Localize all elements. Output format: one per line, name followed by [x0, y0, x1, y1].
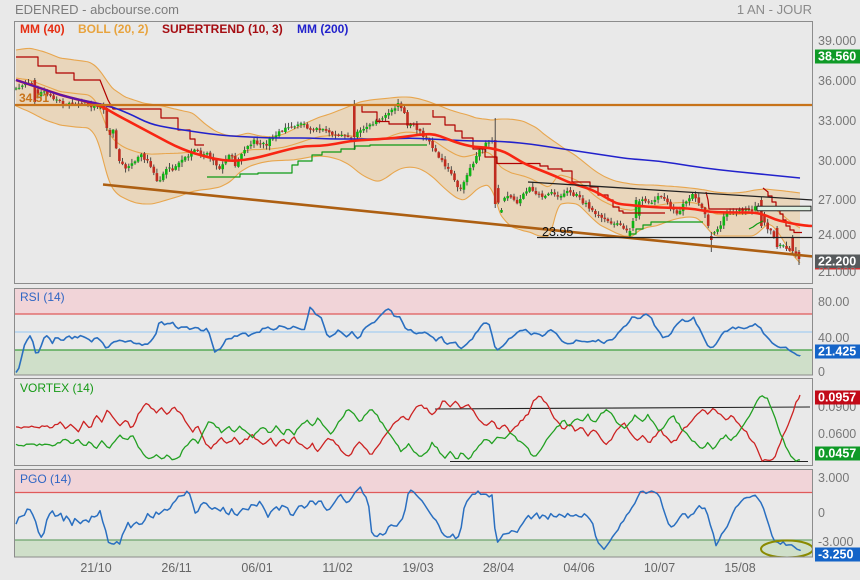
svg-text:0.0457: 0.0457: [818, 447, 856, 461]
svg-text:EDENRED - abcbourse.com: EDENRED - abcbourse.com: [15, 2, 179, 17]
svg-text:21/10: 21/10: [80, 561, 111, 575]
svg-text:1 AN - JOUR: 1 AN - JOUR: [737, 2, 812, 17]
svg-text:33.000: 33.000: [818, 114, 856, 128]
svg-text:10/07: 10/07: [644, 561, 675, 575]
svg-text:24.000: 24.000: [818, 228, 856, 242]
svg-text:40.00: 40.00: [818, 331, 849, 345]
svg-text:15/08: 15/08: [724, 561, 755, 575]
svg-text:3.000: 3.000: [818, 471, 849, 485]
svg-text:23.95: 23.95: [542, 225, 573, 239]
svg-text:04/06: 04/06: [563, 561, 594, 575]
svg-text:28/04: 28/04: [483, 561, 514, 575]
svg-text:RSI (14): RSI (14): [20, 290, 65, 304]
svg-text:21.425: 21.425: [818, 345, 856, 359]
svg-text:38.560: 38.560: [818, 50, 856, 64]
svg-text:0: 0: [818, 506, 825, 520]
svg-text:VORTEX (14): VORTEX (14): [20, 381, 94, 395]
svg-text:30.000: 30.000: [818, 154, 856, 168]
svg-text:80.00: 80.00: [818, 295, 849, 309]
svg-text:27.000: 27.000: [818, 193, 856, 207]
svg-text:0.0957: 0.0957: [818, 391, 856, 405]
svg-text:BOLL (20, 2): BOLL (20, 2): [78, 22, 148, 36]
svg-text:34.51: 34.51: [19, 91, 49, 105]
svg-text:MM (200): MM (200): [297, 22, 348, 36]
svg-text:19/03: 19/03: [402, 561, 433, 575]
svg-text:26/11: 26/11: [161, 561, 191, 575]
svg-text:0: 0: [818, 365, 825, 379]
svg-text:SUPERTREND (10, 3): SUPERTREND (10, 3): [162, 22, 283, 36]
svg-text:PGO (14): PGO (14): [20, 472, 71, 486]
svg-text:MM (40): MM (40): [20, 22, 65, 36]
svg-text:11/02: 11/02: [322, 561, 352, 575]
svg-text:36.000: 36.000: [818, 74, 856, 88]
svg-text:-3.250: -3.250: [818, 548, 853, 562]
svg-text:06/01: 06/01: [241, 561, 272, 575]
svg-text:21.000: 21.000: [818, 265, 856, 279]
svg-text:0.0600: 0.0600: [818, 427, 856, 441]
svg-text:39.000: 39.000: [818, 34, 856, 48]
